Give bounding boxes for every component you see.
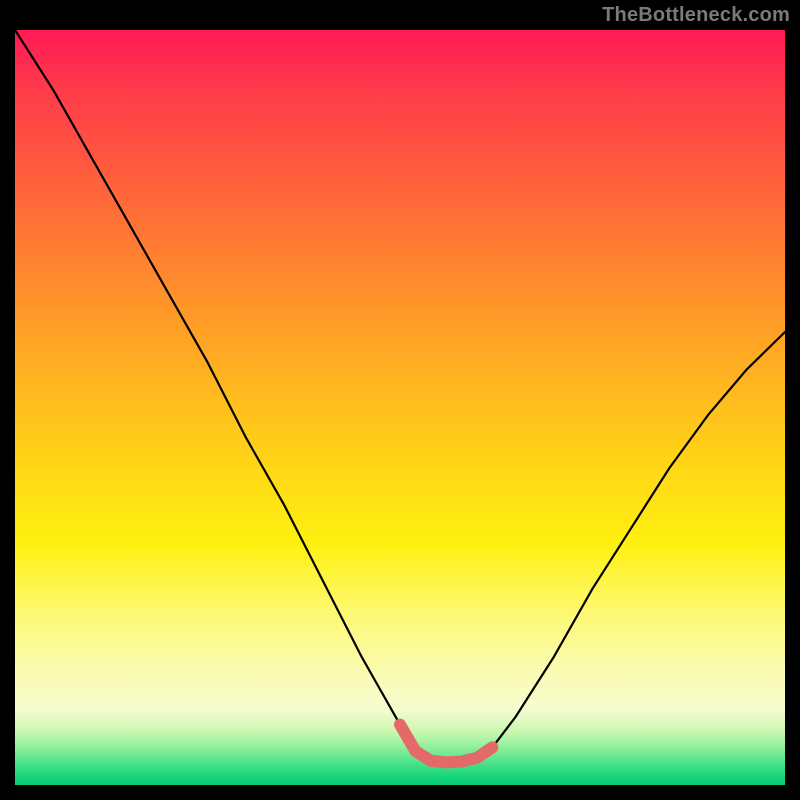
plot-area xyxy=(15,30,785,785)
highlight-segment xyxy=(400,725,492,763)
curve-svg xyxy=(15,30,785,785)
watermark-text: TheBottleneck.com xyxy=(602,4,790,27)
bottleneck-curve xyxy=(15,30,785,762)
chart-stage: TheBottleneck.com xyxy=(0,0,800,800)
